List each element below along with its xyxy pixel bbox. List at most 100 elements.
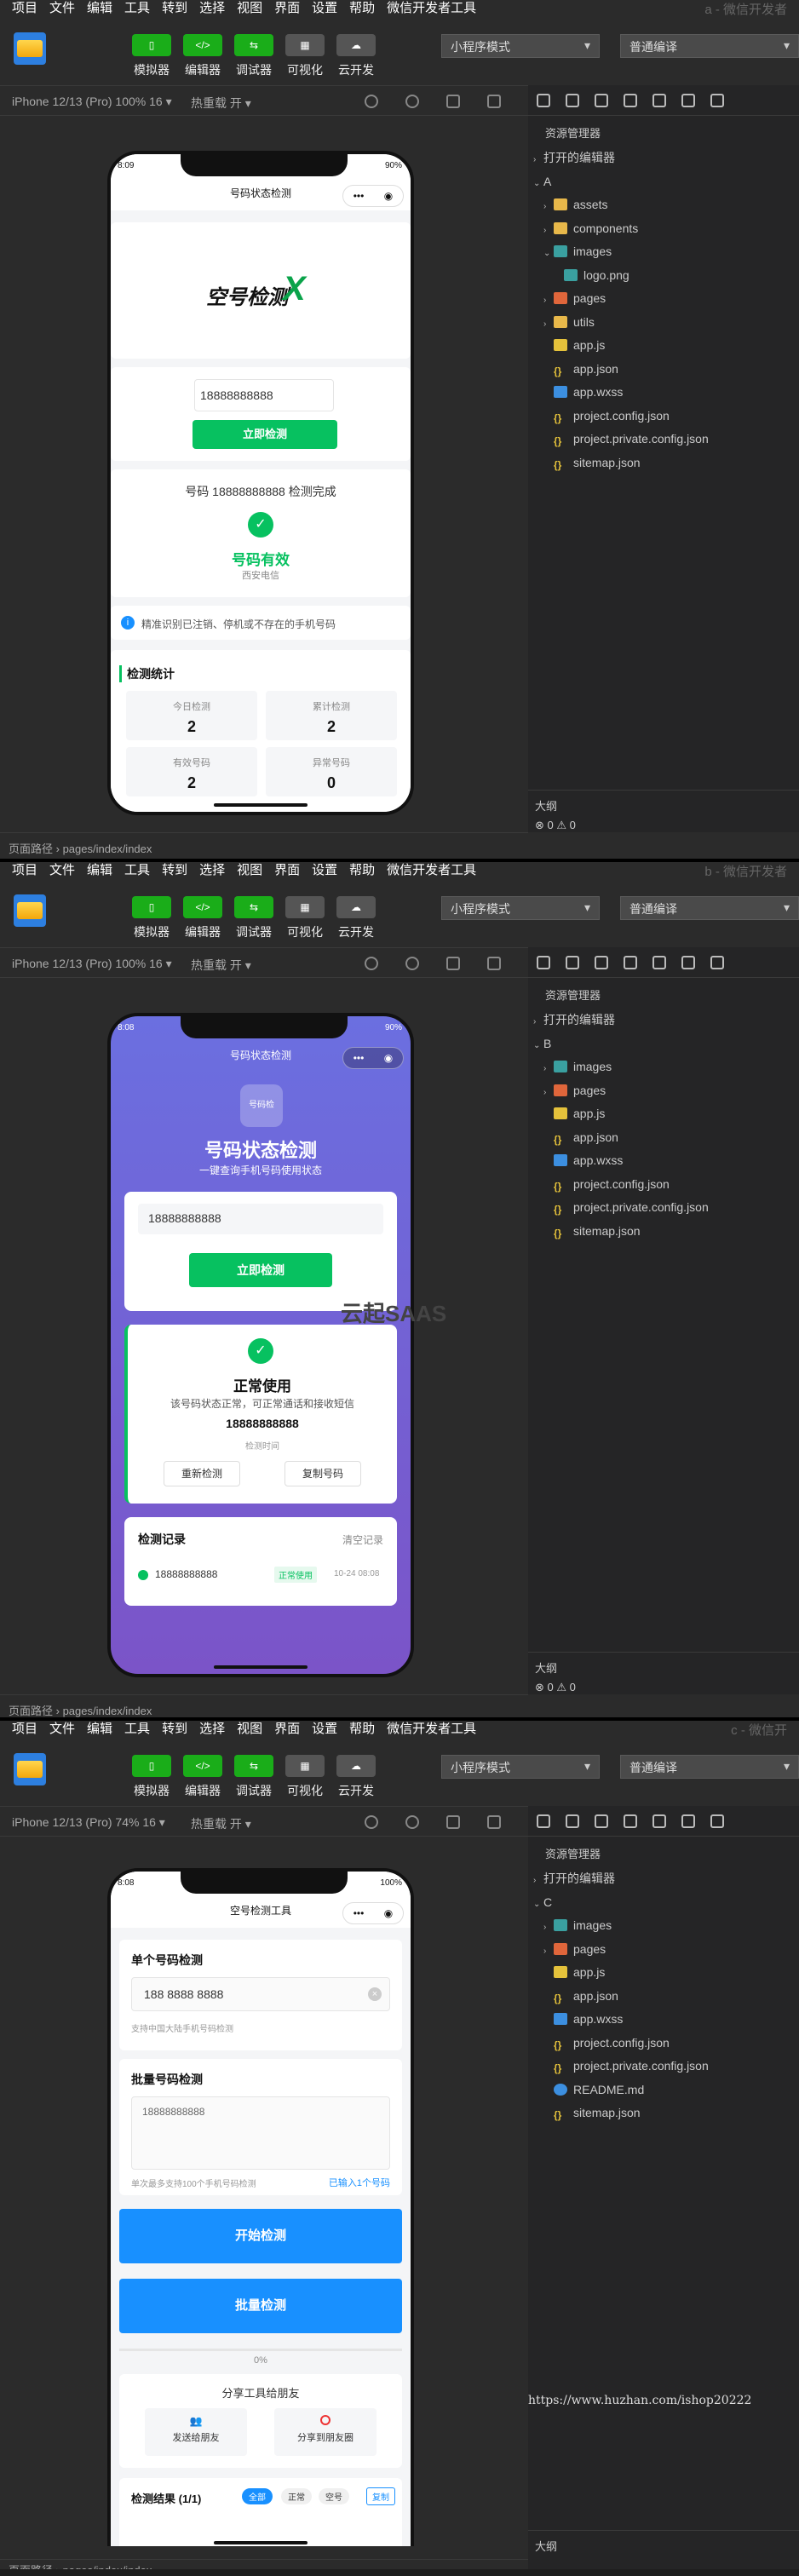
menu-file[interactable]: 文件 [49,862,75,878]
check-button[interactable]: 立即检测 [193,420,337,449]
file-item[interactable]: {} sitemap.json [528,1220,799,1244]
visual-button[interactable]: ▦ 可视化 [279,896,331,940]
menu-view[interactable]: 视图 [237,862,262,878]
menu-interface[interactable]: 界面 [274,1721,300,1737]
file-item[interactable]: {} project.private.config.json [528,428,799,451]
record-icon[interactable] [405,95,419,108]
open-editors[interactable]: › 打开的编辑器 [528,1009,799,1032]
copy-results-button[interactable]: 复制 [366,2487,395,2505]
open-editors[interactable]: › 打开的编辑器 [528,147,799,170]
menu-settings[interactable]: 设置 [312,862,337,878]
start-check-button[interactable]: 开始检测 [119,2209,402,2263]
git-icon[interactable] [595,955,608,969]
file-item[interactable]: {} app.json [528,1985,799,2009]
files-icon[interactable] [537,955,550,969]
device-icon[interactable] [446,1815,460,1829]
menu-edit[interactable]: 编辑 [87,1721,112,1737]
debug-icon[interactable] [624,93,637,107]
compile-select[interactable]: 普通编译 [620,896,799,920]
git-icon[interactable] [595,93,608,107]
capsule-menu[interactable]: ••• ◉ [342,1902,404,1924]
clear-input-icon[interactable]: × [368,1987,382,2001]
visual-button[interactable]: ▦ 可视化 [279,1755,331,1799]
refresh-icon[interactable] [365,1815,378,1829]
extensions-icon[interactable] [652,1814,666,1828]
mode-select[interactable]: 小程序模式 [441,896,600,920]
search-icon[interactable] [566,955,579,969]
file-item[interactable]: {} project.config.json [528,2032,799,2056]
check-button[interactable]: 立即检测 [189,1253,332,1287]
outline-toggle[interactable]: 大纲 [535,1659,799,1676]
outline-toggle[interactable]: 大纲 [535,2538,799,2554]
batch-phone-textarea[interactable]: 18888888888 [131,2096,390,2170]
cloud-button[interactable]: ☁ 云开发 [331,34,382,78]
debugger-button[interactable]: ⇆ 调试器 [228,1755,279,1799]
simulator-button[interactable]: ▯ 模拟器 [126,896,177,940]
menu-tools[interactable]: 工具 [124,862,150,878]
menu-goto[interactable]: 转到 [162,862,187,878]
file-item[interactable]: › utils [528,311,799,335]
file-item[interactable]: {} app.json [528,358,799,382]
menu-interface[interactable]: 界面 [274,862,300,878]
hot-reload-toggle[interactable]: 热重载 开 ▾ [191,957,251,974]
file-item[interactable]: {} project.config.json [528,405,799,428]
capsule-menu[interactable]: ••• ◉ [342,185,404,207]
menu-settings[interactable]: 设置 [312,1721,337,1737]
device-select[interactable]: iPhone 12/13 (Pro) 100% 16 ▾ [12,95,172,109]
compile-select[interactable]: 普通编译 [620,1755,799,1779]
share-moments-button[interactable]: 分享到朋友圈 [274,2408,377,2456]
problems-count[interactable]: ⊗ 0 ⚠ 0 [535,819,799,832]
search-icon[interactable] [566,93,579,107]
menu-edit[interactable]: 编辑 [87,862,112,878]
menu-tools[interactable]: 工具 [124,1721,150,1737]
file-item[interactable]: app.wxss [528,2008,799,2032]
docker-icon[interactable] [681,93,695,107]
mode-select[interactable]: 小程序模式 [441,34,600,58]
docker-icon[interactable] [681,955,695,969]
device-select[interactable]: iPhone 12/13 (Pro) 74% 16 ▾ [12,1815,165,1830]
clear-history-button[interactable]: 清空记录 [342,1532,383,1547]
file-item[interactable]: {} project.config.json [528,1173,799,1197]
menu-project[interactable]: 项目 [12,0,37,16]
file-item[interactable]: README.md [528,2079,799,2102]
problems-count[interactable]: ⊗ 0 ⚠ 0 [535,1681,799,1694]
extensions-icon[interactable] [652,93,666,107]
file-item[interactable]: app.wxss [528,1149,799,1173]
file-item[interactable]: › pages [528,1079,799,1103]
copy-button[interactable]: 复制号码 [285,1461,361,1486]
open-editors[interactable]: › 打开的编辑器 [528,1867,799,1891]
outline-toggle[interactable]: 大纲 [535,797,799,814]
simulator-button[interactable]: ▯ 模拟器 [126,34,177,78]
device-icon[interactable] [446,957,460,970]
menu-project[interactable]: 项目 [12,1721,37,1737]
file-item[interactable]: › pages [528,1938,799,1962]
file-item[interactable]: › components [528,217,799,241]
menu-goto[interactable]: 转到 [162,0,187,16]
recheck-button[interactable]: 重新检测 [164,1461,240,1486]
refresh-icon[interactable] [365,957,378,970]
filter-all-tab[interactable]: 全部 [242,2488,273,2504]
menu-select[interactable]: 选择 [199,0,225,16]
extensions-icon[interactable] [652,955,666,969]
debug-icon[interactable] [624,955,637,969]
file-item[interactable]: › assets [528,193,799,217]
footer-path[interactable]: pages/index/index [63,2564,152,2569]
refresh-icon[interactable] [365,95,378,108]
menu-edit[interactable]: 编辑 [87,0,112,16]
phone-input[interactable]: 18888888888 [138,1204,383,1234]
file-item[interactable]: {} sitemap.json [528,2102,799,2125]
device-select[interactable]: iPhone 12/13 (Pro) 100% 16 ▾ [12,957,172,971]
menu-select[interactable]: 选择 [199,862,225,878]
simulator-button[interactable]: ▯ 模拟器 [126,1755,177,1799]
file-item[interactable]: {} sitemap.json [528,451,799,475]
file-item[interactable]: › images [528,1914,799,1938]
file-item[interactable]: app.js [528,1102,799,1126]
menu-settings[interactable]: 设置 [312,0,337,16]
file-item[interactable]: {} project.private.config.json [528,1196,799,1220]
cloud-button[interactable]: ☁ 云开发 [331,896,382,940]
project-root[interactable]: ⌄ C [528,1891,799,1915]
editor-button[interactable]: </> 编辑器 [177,34,228,78]
batch-check-button[interactable]: 批量检测 [119,2279,402,2333]
file-item[interactable]: app.wxss [528,381,799,405]
file-item[interactable]: › pages [528,287,799,311]
